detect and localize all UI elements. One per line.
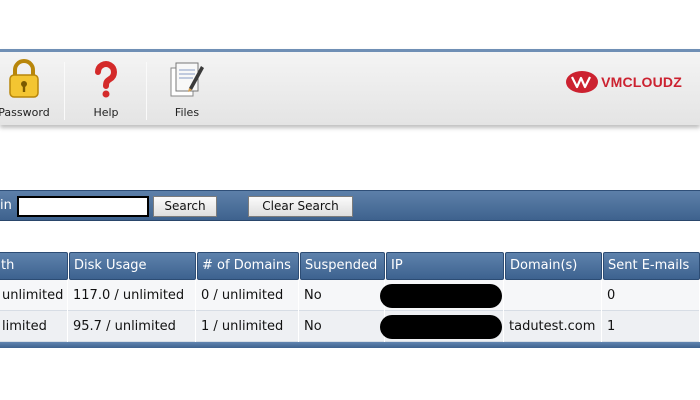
toolbar-files-label: Files xyxy=(174,106,200,119)
cell-suspended: No xyxy=(300,280,385,311)
cell-sent-emails: 1 xyxy=(603,311,700,342)
redaction-mark xyxy=(380,284,502,308)
brand-name: VMCLOUDZ xyxy=(601,74,682,90)
top-toolbar: Password Help Files VMCLOUDZ xyxy=(0,49,700,125)
column-header-domains[interactable]: # of Domains xyxy=(197,252,299,280)
table-header-row: th Disk Usage # of Domains Suspended IP … xyxy=(0,252,700,280)
toolbar-help-label: Help xyxy=(93,106,119,119)
cell-bandwidth: unlimited xyxy=(0,280,68,311)
vmcloudz-logo-icon xyxy=(566,71,599,93)
cell-disk-usage: 117.0 / unlimited xyxy=(69,280,196,311)
toolbar-help-button[interactable]: Help xyxy=(82,58,130,122)
redaction-mark xyxy=(380,315,502,339)
table-footer-bar xyxy=(0,342,700,348)
brand-logo: VMCLOUDZ xyxy=(565,70,682,94)
toolbar-divider xyxy=(146,62,147,120)
search-button[interactable]: Search xyxy=(153,196,217,217)
column-header-bandwidth[interactable]: th xyxy=(0,252,68,280)
toolbar-files-button[interactable]: Files xyxy=(160,58,214,122)
lock-icon xyxy=(9,59,39,98)
search-bar: in Search Clear Search xyxy=(0,190,700,221)
column-header-domains-list[interactable]: Domain(s) xyxy=(505,252,602,280)
column-header-suspended[interactable]: Suspended xyxy=(300,252,385,280)
clear-search-button[interactable]: Clear Search xyxy=(248,196,353,217)
question-mark-icon xyxy=(95,61,117,98)
cell-disk-usage: 95.7 / unlimited xyxy=(69,311,196,342)
toolbar-password-label: Password xyxy=(0,106,50,119)
cell-suspended: No xyxy=(300,311,385,342)
cell-domains: 1 / unlimited xyxy=(197,311,299,342)
toolbar-password-button[interactable]: Password xyxy=(0,58,64,122)
cell-domain-list[interactable] xyxy=(505,280,602,311)
table-row[interactable]: unlimited 117.0 / unlimited 0 / unlimite… xyxy=(0,280,700,311)
cell-domains: 0 / unlimited xyxy=(197,280,299,311)
cell-sent-emails: 0 xyxy=(603,280,700,311)
toolbar-divider xyxy=(64,62,65,120)
column-header-sent-emails[interactable]: Sent E-mails xyxy=(603,252,700,280)
cell-domain-list[interactable]: tadutest.com xyxy=(505,311,602,342)
column-header-disk-usage[interactable]: Disk Usage xyxy=(69,252,196,280)
users-table: th Disk Usage # of Domains Suspended IP … xyxy=(0,252,700,348)
column-header-ip[interactable]: IP xyxy=(386,252,504,280)
files-icon xyxy=(170,62,204,97)
cell-bandwidth: limited xyxy=(0,311,68,342)
search-label: in xyxy=(0,198,12,213)
table-row[interactable]: limited 95.7 / unlimited 1 / unlimited N… xyxy=(0,311,700,342)
search-input[interactable] xyxy=(17,196,149,217)
